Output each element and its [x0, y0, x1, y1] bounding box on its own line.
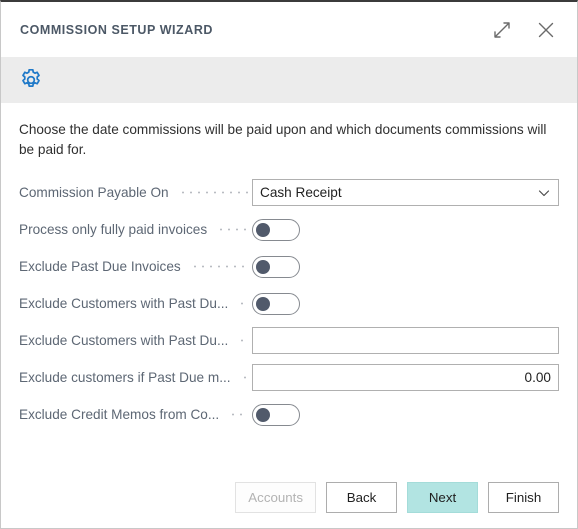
- toggle-knob: [256, 222, 270, 237]
- field-label-exclude-customers-with-past-due-toggle: Exclude Customers with Past Du...: [19, 296, 229, 311]
- exclude-customers-with-past-due-toggle[interactable]: [252, 292, 300, 315]
- control-slot: Cash Receipt: [252, 179, 559, 206]
- field-row: Exclude Customers with Past Du...: [19, 322, 559, 359]
- dialog-footer: Accounts Back Next Finish: [1, 466, 577, 528]
- dotted-leader: [238, 297, 248, 310]
- settings-field-list: Commission Payable On Cash Receipt Proce…: [19, 174, 559, 433]
- exclude-past-due-invoices-toggle[interactable]: [252, 255, 300, 278]
- field-row: Exclude Credit Memos from Co...: [19, 396, 559, 433]
- expand-diagonal-icon[interactable]: [485, 13, 519, 47]
- field-label-process-only-fully-paid-invoices: Process only fully paid invoices: [19, 222, 208, 237]
- dotted-leader: [217, 223, 248, 236]
- field-label-exclude-customers-if-past-due-amount: Exclude customers if Past Due m...: [19, 370, 231, 385]
- close-icon[interactable]: [529, 13, 563, 47]
- exclude-credit-memos-from-commission-toggle[interactable]: [252, 403, 300, 426]
- intro-text: Choose the date commissions will be paid…: [19, 122, 547, 157]
- finish-button[interactable]: Finish: [488, 481, 559, 513]
- control-slot: 0.00: [252, 364, 559, 391]
- next-button[interactable]: Next: [407, 481, 478, 513]
- field-row: Exclude Past Due Invoices: [19, 248, 559, 285]
- chevron-down-icon[interactable]: [537, 186, 551, 200]
- commission-payable-on-select[interactable]: Cash Receipt: [252, 179, 559, 206]
- titlebar-actions: [485, 2, 563, 57]
- dotted-leader: [240, 371, 248, 384]
- dialog-title: COMMISSION SETUP WIZARD: [20, 22, 213, 37]
- exclude-customers-if-past-due-amount-value: 0.00: [524, 370, 551, 385]
- process-only-fully-paid-invoices-toggle[interactable]: [252, 218, 300, 241]
- exclude-customers-with-past-due-input[interactable]: [252, 327, 559, 354]
- exclude-customers-if-past-due-amount-input[interactable]: 0.00: [252, 364, 559, 391]
- wizard-banner: [1, 57, 577, 103]
- dotted-leader: [238, 334, 248, 347]
- dotted-leader: [229, 408, 248, 421]
- field-row: Exclude Customers with Past Du...: [19, 285, 559, 322]
- field-row: Process only fully paid invoices: [19, 211, 559, 248]
- control-slot: [252, 327, 559, 354]
- accounts-button[interactable]: Accounts: [235, 481, 316, 513]
- field-label-exclude-past-due-invoices: Exclude Past Due Invoices: [19, 259, 181, 274]
- field-label-exclude-credit-memos-from-commission: Exclude Credit Memos from Co...: [19, 407, 220, 422]
- control-slot: [252, 292, 559, 315]
- toggle-knob: [256, 296, 270, 311]
- commission-setup-wizard-dialog: COMMISSION SETUP WIZARD Choose the date …: [0, 0, 578, 529]
- gear-icon: [18, 67, 44, 93]
- field-label-commission-payable-on: Commission Payable On: [19, 185, 169, 200]
- dotted-leader: [178, 186, 248, 199]
- field-row: Exclude customers if Past Due m... 0.00: [19, 359, 559, 396]
- dialog-content: Choose the date commissions will be paid…: [1, 120, 577, 433]
- control-slot: [252, 218, 559, 241]
- field-row: Commission Payable On Cash Receipt: [19, 174, 559, 211]
- control-slot: [252, 403, 559, 426]
- commission-payable-on-value: Cash Receipt: [260, 185, 342, 200]
- dotted-leader: [190, 260, 248, 273]
- field-label-exclude-customers-with-past-due-field: Exclude Customers with Past Du...: [19, 333, 229, 348]
- back-button[interactable]: Back: [326, 481, 397, 513]
- toggle-knob: [256, 407, 270, 422]
- dialog-titlebar: COMMISSION SETUP WIZARD: [1, 2, 577, 57]
- toggle-knob: [256, 259, 270, 274]
- control-slot: [252, 255, 559, 278]
